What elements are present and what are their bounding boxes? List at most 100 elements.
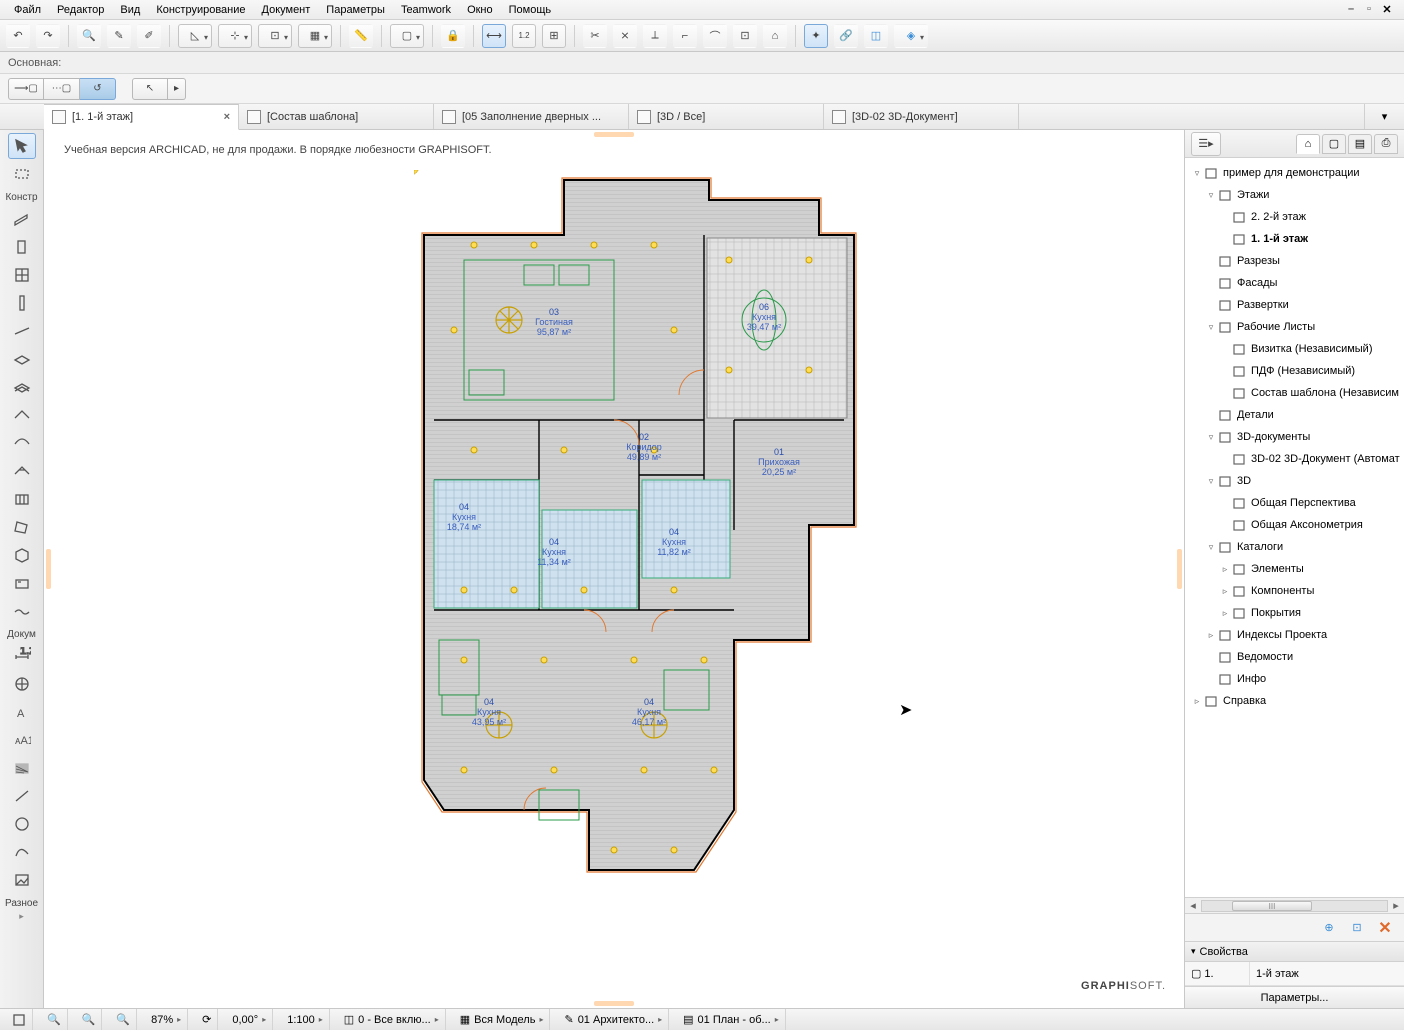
zoom-out-button[interactable]: 🔍 xyxy=(41,1009,68,1030)
polyline-tool[interactable] xyxy=(8,839,36,865)
tab-doors[interactable]: [05 Заполнение дверных ... xyxy=(434,104,629,129)
tab-close-button[interactable]: × xyxy=(224,111,230,123)
tree-node-20[interactable]: ▹Индексы Проекта xyxy=(1185,624,1404,646)
column-tool[interactable] xyxy=(8,290,36,316)
door-tool[interactable] xyxy=(8,234,36,260)
menu-view[interactable]: Вид xyxy=(112,2,148,18)
text-tool[interactable]: A xyxy=(8,699,36,725)
circle-tool[interactable] xyxy=(8,811,36,837)
arrow-mode-dropdown[interactable]: ▸ xyxy=(168,78,186,100)
slab-tool[interactable] xyxy=(8,346,36,372)
tree-node-13[interactable]: ▿3D xyxy=(1185,470,1404,492)
zoom-in-button[interactable]: 🔍 xyxy=(76,1009,103,1030)
renovation-dropdown[interactable]: ◈ xyxy=(894,24,928,48)
tree-node-16[interactable]: ▿Каталоги xyxy=(1185,536,1404,558)
tree-node-8[interactable]: ПДФ (Независимый) xyxy=(1185,360,1404,382)
tree-root[interactable]: ▿ пример для демонстрации xyxy=(1185,162,1404,184)
menu-teamwork[interactable]: Teamwork xyxy=(393,2,459,18)
level-dim-tool[interactable] xyxy=(8,671,36,697)
show-dimensions-button[interactable]: ⟷ xyxy=(482,24,506,48)
link-button[interactable]: 🔗 xyxy=(834,24,858,48)
line-tool[interactable] xyxy=(8,783,36,809)
window-minimize-icon[interactable]: – xyxy=(1344,3,1358,16)
curtainwall-tool[interactable] xyxy=(8,486,36,512)
guide-lines-dropdown[interactable]: ◺ xyxy=(178,24,212,48)
scroll-left-button[interactable]: ◂ xyxy=(1185,899,1201,912)
tree-node-11[interactable]: ▿3D-документы xyxy=(1185,426,1404,448)
settings-button[interactable]: ⊡ xyxy=(1348,919,1366,937)
quick-options[interactable] xyxy=(6,1009,33,1030)
tab-3d-all[interactable]: [3D / Все] xyxy=(629,104,824,129)
drawing-canvas[interactable]: Учебная версия ARCHICAD, не для продажи.… xyxy=(44,130,1184,1008)
tree-node-22[interactable]: Инфо xyxy=(1185,668,1404,690)
zoom-fit-button[interactable]: 🔍 xyxy=(110,1009,137,1030)
tree-node-0[interactable]: ▿Этажи xyxy=(1185,184,1404,206)
suspend-groups-button[interactable]: 🔒 xyxy=(441,24,465,48)
object-tool[interactable] xyxy=(8,542,36,568)
tree-node-21[interactable]: Ведомости xyxy=(1185,646,1404,668)
fill-tool[interactable] xyxy=(8,755,36,781)
window-close-icon[interactable]: ✕ xyxy=(1380,3,1394,16)
split-button[interactable]: ⨯ xyxy=(613,24,637,48)
layers-combo[interactable]: ◫ 0 - Все вклю...▸ xyxy=(338,1009,446,1030)
window-tool[interactable] xyxy=(8,262,36,288)
undo-button[interactable]: ↶ xyxy=(6,24,30,48)
menu-file[interactable]: Файл xyxy=(6,2,49,18)
magic-wand-button[interactable]: ✐ xyxy=(137,24,161,48)
zoom-value[interactable]: 87%▸ xyxy=(145,1009,188,1030)
intersect-button[interactable]: ⌐ xyxy=(673,24,697,48)
stair-tool[interactable] xyxy=(8,374,36,400)
arrow-mode-button[interactable]: ↖ xyxy=(132,78,168,100)
pane-drag-handle-right[interactable] xyxy=(1177,549,1182,589)
menu-options[interactable]: Параметры xyxy=(318,2,393,18)
drawing-tool[interactable] xyxy=(8,867,36,893)
ruler-button[interactable]: 📏 xyxy=(349,24,373,48)
tree-node-23[interactable]: ▹Справка xyxy=(1185,690,1404,712)
snap-points-dropdown[interactable]: ⊡ xyxy=(258,24,292,48)
morph-tool[interactable] xyxy=(8,514,36,540)
find-select-button[interactable]: 🔍 xyxy=(77,24,101,48)
nav-tab-view-map[interactable]: ▢ xyxy=(1322,134,1346,154)
menu-design[interactable]: Конструирование xyxy=(148,2,253,18)
pane-drag-handle-bottom[interactable] xyxy=(594,1001,634,1006)
adjust-button[interactable]: ⟂ xyxy=(643,24,667,48)
selection-method-2[interactable]: ⋯▢ xyxy=(44,78,80,100)
snap-guides-dropdown[interactable]: ⊹ xyxy=(218,24,252,48)
dimension-tool[interactable]: 1.2 xyxy=(8,643,36,669)
zone-tool[interactable] xyxy=(8,570,36,596)
trace-reference-dropdown[interactable]: ▢ xyxy=(390,24,424,48)
delete-button[interactable]: ✕ xyxy=(1376,919,1394,937)
nav-tab-layout-book[interactable]: ▤ xyxy=(1348,134,1372,154)
nav-tab-publisher[interactable]: ⎙ xyxy=(1374,134,1398,154)
shell-tool[interactable] xyxy=(8,430,36,456)
scroll-thumb[interactable]: III xyxy=(1232,901,1312,911)
scroll-right-button[interactable]: ▸ xyxy=(1388,899,1404,912)
tab-floor-1[interactable]: [1. 1-й этаж] × xyxy=(44,104,239,130)
angle-value[interactable]: 0,00°▸ xyxy=(226,1009,273,1030)
fillet-button[interactable]: ⌒ xyxy=(703,24,727,48)
tree-node-15[interactable]: Общая Аксонометрия xyxy=(1185,514,1404,536)
new-view-button[interactable]: ⊕ xyxy=(1320,919,1338,937)
roof-tool[interactable] xyxy=(8,402,36,428)
tree-node-14[interactable]: Общая Перспектива xyxy=(1185,492,1404,514)
window-restore-icon[interactable]: ▫ xyxy=(1362,3,1376,16)
tree-node-18[interactable]: ▹Компоненты xyxy=(1185,580,1404,602)
pen-set[interactable]: ✎ 01 Архитекто...▸ xyxy=(558,1009,669,1030)
properties-settings-button[interactable]: Параметры... xyxy=(1185,986,1404,1008)
skylight-tool[interactable] xyxy=(8,458,36,484)
tabs-overflow-button[interactable]: ▾ xyxy=(1364,104,1404,129)
menu-window[interactable]: Окно xyxy=(459,2,501,18)
mesh-tool[interactable] xyxy=(8,598,36,624)
marquee-tool[interactable] xyxy=(8,161,36,187)
scroll-track[interactable]: III xyxy=(1201,900,1388,912)
tab-template[interactable]: [Состав шаблона] xyxy=(239,104,434,129)
tree-node-19[interactable]: ▹Покрытия xyxy=(1185,602,1404,624)
scale-value[interactable]: 1:100▸ xyxy=(281,1009,330,1030)
plan-type[interactable]: ▤ 01 План - об...▸ xyxy=(677,1009,786,1030)
pane-drag-handle-left[interactable] xyxy=(46,549,51,589)
tree-node-9[interactable]: Состав шаблона (Независим xyxy=(1185,382,1404,404)
selection-method-1[interactable]: ⟶▢ xyxy=(8,78,44,100)
grid-snap-dropdown[interactable]: ▦ xyxy=(298,24,332,48)
trim-button[interactable]: ✂ xyxy=(583,24,607,48)
menu-edit[interactable]: Редактор xyxy=(49,2,112,18)
